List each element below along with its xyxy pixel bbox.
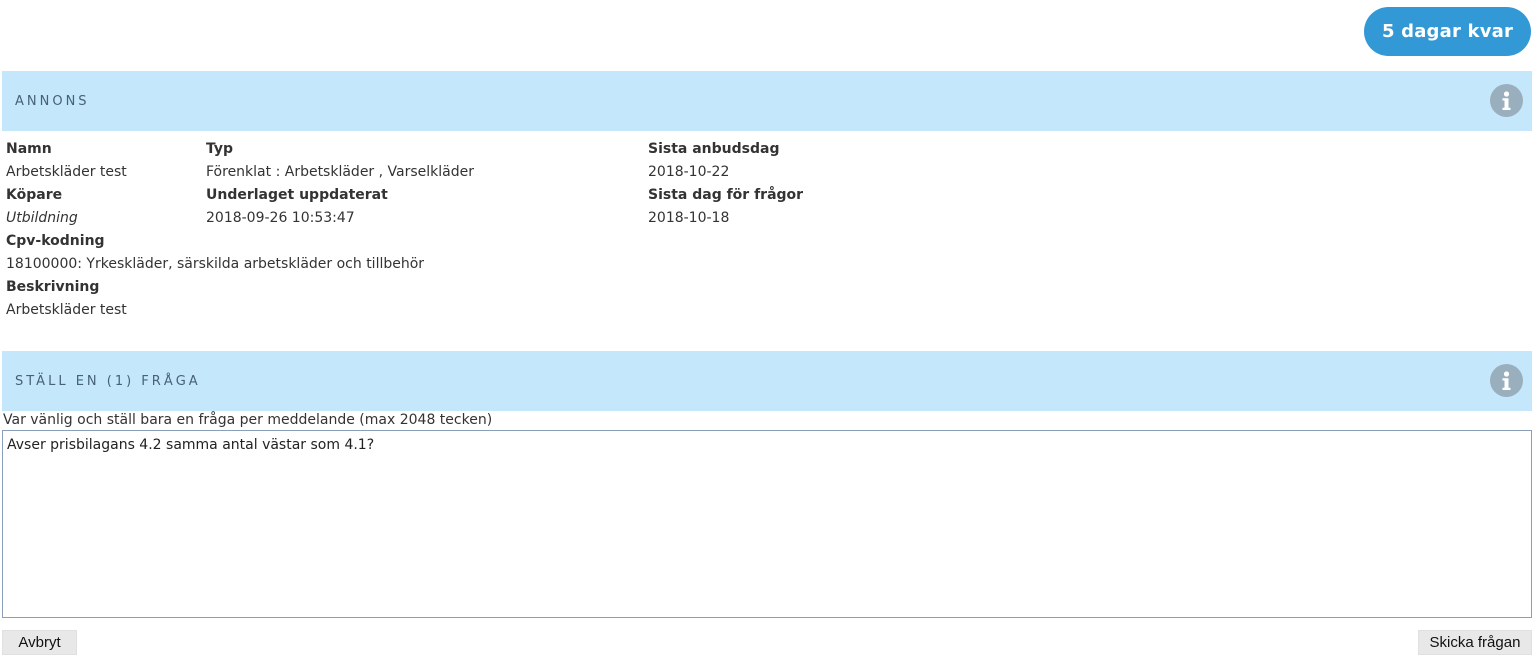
- fraga-title: STÄLL EN (1) FRÅGA: [15, 373, 201, 389]
- fraga-section-header: STÄLL EN (1) FRÅGA: [2, 351, 1532, 411]
- sista-anbudsdag-value: 2018-10-22: [648, 164, 730, 180]
- info-icon[interactable]: [1490, 84, 1523, 117]
- kopare-value: Utbildning: [6, 210, 78, 226]
- cpv-value: 18100000: Yrkeskläder, särskilda arbetsk…: [6, 256, 425, 272]
- sista-fragor-label: Sista dag för frågor: [648, 187, 804, 203]
- annons-title: ANNONS: [15, 93, 90, 109]
- cancel-button[interactable]: Avbryt: [2, 630, 77, 655]
- typ-label: Typ: [206, 141, 234, 157]
- underlaget-label: Underlaget uppdaterat: [206, 187, 388, 203]
- beskrivning-value: Arbetskläder test: [6, 302, 127, 318]
- question-textarea[interactable]: Avser prisbilagans 4.2 samma antal västa…: [2, 430, 1532, 618]
- send-question-button[interactable]: Skicka frågan: [1418, 630, 1532, 655]
- sista-fragor-value: 2018-10-18: [648, 210, 730, 226]
- underlaget-value: 2018-09-26 10:53:47: [206, 210, 355, 226]
- question-hint: Var vänlig och ställ bara en fråga per m…: [3, 412, 493, 428]
- typ-value: Förenklat : Arbetskläder , Varselkläder: [206, 164, 474, 180]
- beskrivning-label: Beskrivning: [6, 279, 100, 295]
- cpv-label: Cpv-kodning: [6, 233, 105, 249]
- sista-anbudsdag-label: Sista anbudsdag: [648, 141, 780, 157]
- kopare-label: Köpare: [6, 187, 63, 203]
- namn-label: Namn: [6, 141, 52, 157]
- namn-value: Arbetskläder test: [6, 164, 127, 180]
- info-icon[interactable]: [1490, 364, 1523, 397]
- annons-section-header: ANNONS: [2, 71, 1532, 131]
- days-left-badge: 5 dagar kvar: [1364, 7, 1531, 56]
